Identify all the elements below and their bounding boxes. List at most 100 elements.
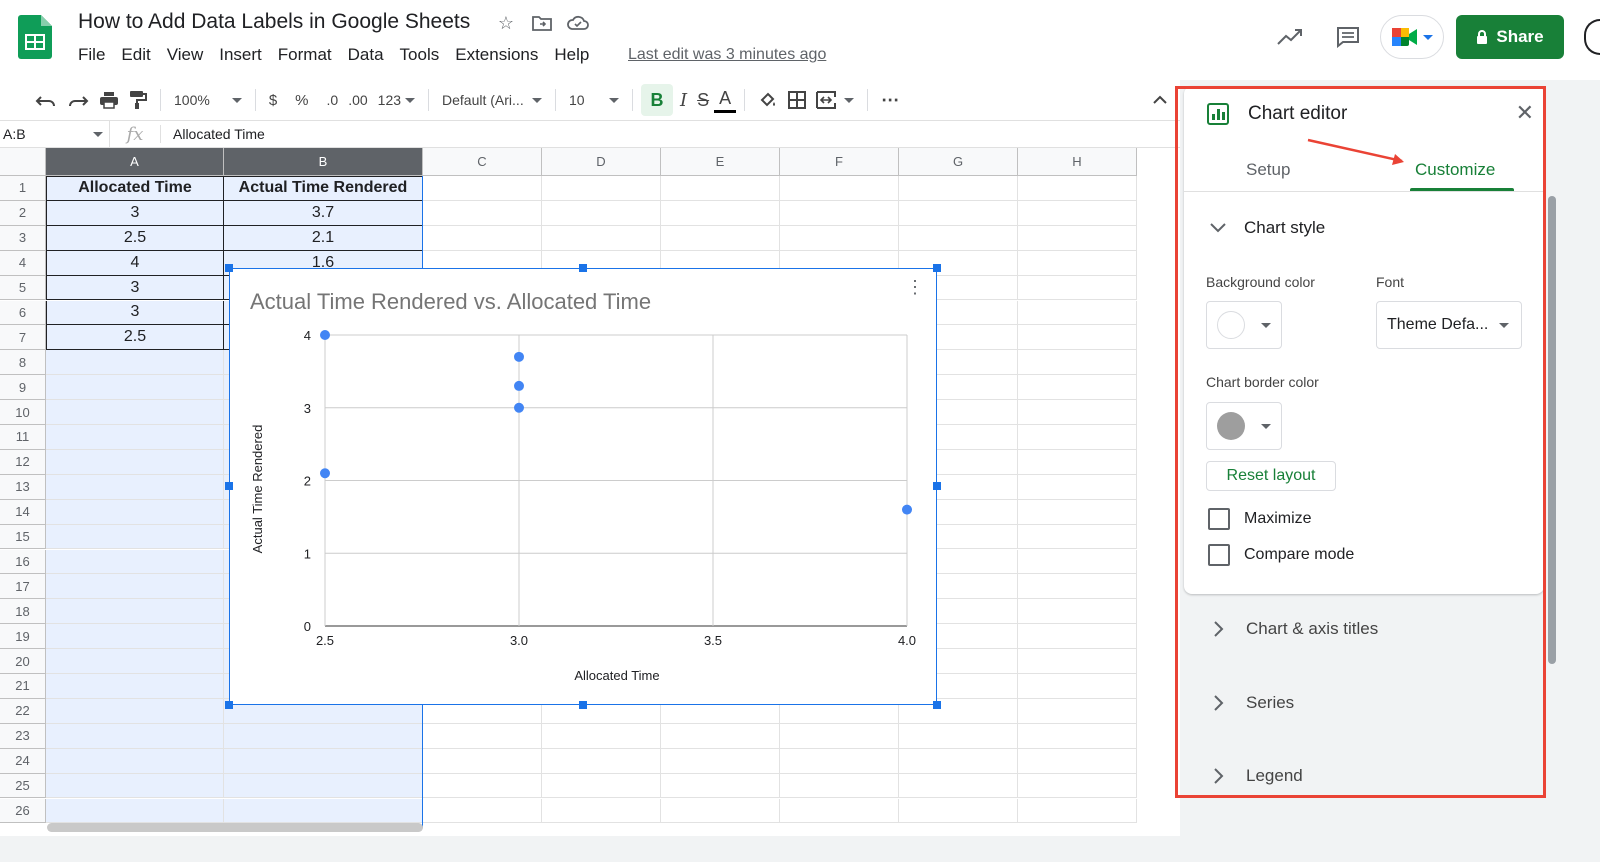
cell-e24[interactable] (661, 748, 780, 774)
currency-format-button[interactable]: $ (264, 84, 282, 116)
cell-c26[interactable] (423, 798, 542, 824)
cell-b3[interactable]: 2.1 (224, 225, 423, 251)
column-header-a[interactable]: A (46, 148, 224, 176)
row-header-4[interactable]: 4 (0, 250, 46, 276)
cell-h14[interactable] (1018, 499, 1137, 525)
cell-f3[interactable] (780, 225, 899, 251)
cell-a11[interactable] (46, 425, 224, 450)
cell-b25[interactable] (224, 773, 423, 799)
cell-g23[interactable] (899, 723, 1018, 749)
row-header-10[interactable]: 10 (0, 400, 46, 425)
menu-help[interactable]: Help (554, 45, 597, 65)
resize-handle-w[interactable] (225, 482, 233, 490)
cell-d23[interactable] (542, 723, 661, 749)
cell-a7[interactable]: 2.5 (46, 325, 224, 351)
cell-g25[interactable] (899, 773, 1018, 799)
data-point[interactable] (514, 351, 524, 362)
redo-icon[interactable] (62, 84, 94, 116)
cell-h20[interactable] (1018, 649, 1137, 674)
cell-h12[interactable] (1018, 449, 1137, 475)
row-header-21[interactable]: 21 (0, 674, 46, 699)
row-header-25[interactable]: 25 (0, 773, 46, 799)
cell-c23[interactable] (423, 723, 542, 749)
cell-h3[interactable] (1018, 225, 1137, 251)
borders-icon[interactable] (783, 84, 811, 116)
cell-c24[interactable] (423, 748, 542, 774)
cell-c25[interactable] (423, 773, 542, 799)
resize-handle-se[interactable] (933, 701, 941, 709)
star-icon[interactable]: ☆ (495, 12, 517, 34)
column-header-e[interactable]: E (661, 148, 780, 176)
row-header-16[interactable]: 16 (0, 549, 46, 575)
cell-a10[interactable] (46, 400, 224, 425)
cell-d24[interactable] (542, 748, 661, 774)
more-options-button[interactable]: ⋯ (876, 84, 904, 116)
row-header-19[interactable]: 19 (0, 624, 46, 650)
meet-button[interactable] (1380, 15, 1444, 59)
scatter-chart[interactable]: Actual Time Rendered vs. Allocated Time … (225, 264, 941, 709)
row-header-15[interactable]: 15 (0, 524, 46, 550)
column-header-b[interactable]: B (224, 148, 423, 176)
font-family-select[interactable]: Default (Ari... (437, 84, 547, 116)
cloud-status-icon[interactable] (567, 12, 589, 34)
cell-f25[interactable] (780, 773, 899, 799)
cell-h25[interactable] (1018, 773, 1137, 799)
name-box[interactable]: A:B (0, 121, 110, 147)
row-header-3[interactable]: 3 (0, 225, 46, 251)
column-header-h[interactable]: H (1018, 148, 1137, 176)
cell-h18[interactable] (1018, 599, 1137, 625)
chart-x-axis-label[interactable]: Allocated Time (574, 668, 659, 683)
cell-a4[interactable]: 4 (46, 250, 224, 276)
cell-h16[interactable] (1018, 549, 1137, 575)
cell-a16[interactable] (46, 549, 224, 575)
row-header-13[interactable]: 13 (0, 474, 46, 500)
row-header-8[interactable]: 8 (0, 350, 46, 376)
cell-h23[interactable] (1018, 723, 1137, 749)
cell-a22[interactable] (46, 698, 224, 724)
menu-data[interactable]: Data (348, 45, 392, 65)
cell-a6[interactable]: 3 (46, 300, 224, 326)
menu-file[interactable]: File (78, 45, 113, 65)
cell-f23[interactable] (780, 723, 899, 749)
cell-a2[interactable]: 3 (46, 200, 224, 226)
cell-a5[interactable]: 3 (46, 275, 224, 301)
cell-b1[interactable]: Actual Time Rendered (224, 176, 423, 201)
sheets-logo-icon[interactable] (18, 15, 52, 59)
cell-b26[interactable] (224, 798, 423, 824)
resize-handle-ne[interactable] (933, 264, 941, 272)
last-edit-link[interactable]: Last edit was 3 minutes ago (628, 46, 826, 64)
italic-button[interactable]: I (675, 84, 692, 116)
cell-g1[interactable] (899, 176, 1018, 201)
cell-e26[interactable] (661, 798, 780, 824)
print-icon[interactable] (94, 84, 124, 116)
bold-button[interactable]: B (641, 84, 674, 116)
formula-input[interactable]: Allocated Time (161, 126, 265, 142)
cell-a17[interactable] (46, 574, 224, 600)
chart-y-axis-label[interactable]: Actual Time Rendered (250, 425, 265, 554)
cell-h13[interactable] (1018, 474, 1137, 500)
cell-b2[interactable]: 3.7 (224, 200, 423, 226)
font-size-select[interactable]: 10 (564, 84, 624, 116)
cell-a20[interactable] (46, 649, 224, 674)
column-header-g[interactable]: G (899, 148, 1018, 176)
cell-h24[interactable] (1018, 748, 1137, 774)
zoom-select[interactable]: 100% (169, 84, 247, 116)
cell-h4[interactable] (1018, 250, 1137, 276)
cell-h21[interactable] (1018, 674, 1137, 699)
cell-a24[interactable] (46, 748, 224, 774)
row-header-23[interactable]: 23 (0, 723, 46, 749)
cell-e2[interactable] (661, 200, 780, 226)
strikethrough-button[interactable]: S (692, 84, 714, 116)
data-point[interactable] (514, 402, 524, 413)
undo-icon[interactable] (30, 84, 62, 116)
cell-h6[interactable] (1018, 300, 1137, 326)
cell-d1[interactable] (542, 176, 661, 201)
cell-h26[interactable] (1018, 798, 1137, 824)
chart-menu-icon[interactable]: ⋮ (906, 277, 924, 298)
row-header-9[interactable]: 9 (0, 375, 46, 401)
data-point[interactable] (320, 468, 330, 479)
cell-f1[interactable] (780, 176, 899, 201)
account-avatar[interactable] (1584, 19, 1600, 55)
cell-a26[interactable] (46, 798, 224, 824)
cell-c3[interactable] (423, 225, 542, 251)
